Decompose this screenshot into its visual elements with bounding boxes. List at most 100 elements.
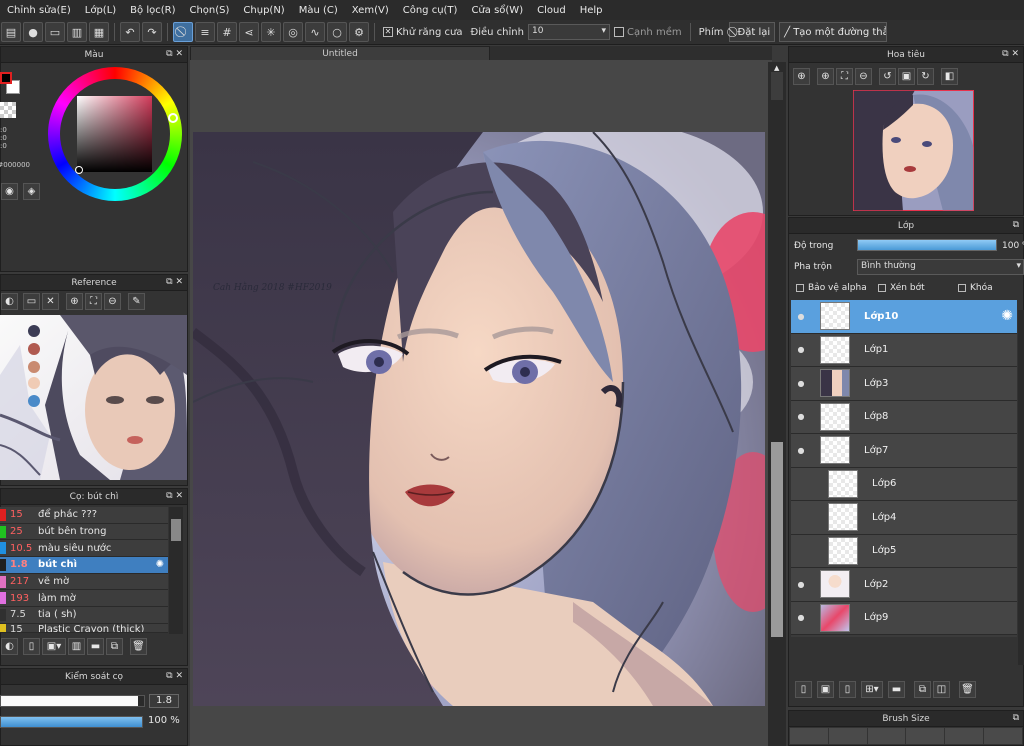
layout-icon[interactable]: ▦ (89, 22, 109, 42)
protect-alpha-toggle[interactable]: Bảo vệ alpha (796, 283, 878, 293)
foreground-color-swatch-front[interactable] (0, 72, 12, 84)
fit-icon[interactable]: ⛶ (85, 293, 102, 310)
flip-icon[interactable]: ◧ (941, 68, 958, 85)
document-icon[interactable]: ▥ (67, 22, 87, 42)
saturation-value-square[interactable] (77, 96, 152, 172)
layer-list-scrollbar[interactable] (1018, 310, 1024, 665)
brush-size-preset[interactable] (828, 728, 867, 744)
panel-popout-icon[interactable]: ⧉ (1013, 220, 1019, 230)
new-brush-folder-icon[interactable]: ▬ (87, 638, 104, 655)
canvas-scrollbar-thumb[interactable] (771, 442, 783, 637)
brush-item[interactable]: 10.5 màu siêu nước (0, 540, 168, 558)
brush-opacity-slider[interactable] (0, 716, 143, 728)
visibility-icon[interactable]: ● (794, 446, 808, 455)
visibility-icon[interactable]: ● (794, 580, 808, 589)
snap-settings-icon[interactable]: ⚙ (349, 22, 369, 42)
transparent-color-swatch[interactable] (0, 102, 16, 118)
delete-brush-icon[interactable]: 🗑 (130, 638, 147, 655)
gear-icon[interactable]: ✺ (1001, 308, 1013, 324)
duplicate-layer-icon[interactable]: ⧉ (914, 681, 931, 698)
panel-popout-icon[interactable]: ⧉ (1013, 713, 1019, 723)
protect-alpha-checkbox[interactable] (796, 283, 804, 292)
snap-vanishing-icon[interactable]: ⋖ (239, 22, 259, 42)
snap-radial-icon[interactable]: ✳ (261, 22, 281, 42)
visibility-icon[interactable]: ● (794, 379, 808, 388)
snap-curve-icon[interactable]: ∿ (305, 22, 325, 42)
comment-icon[interactable]: ▭ (45, 22, 65, 42)
lock-checkbox[interactable] (958, 283, 966, 292)
brush-item[interactable]: 7.5 tia ( sh) (0, 607, 168, 624)
sv-handle[interactable] (75, 166, 83, 174)
scroll-up-icon[interactable]: ▲ (774, 64, 779, 72)
blend-mode-dropdown[interactable]: Bình thường ▾ (857, 259, 1024, 275)
brush-size-preset[interactable] (906, 728, 945, 744)
layer-add-menu-icon[interactable]: ⊞▾ (861, 681, 883, 698)
zoom-in-icon[interactable]: ⊕ (793, 68, 810, 85)
color-set-icon[interactable]: ◈ (23, 183, 40, 200)
menu-layer[interactable]: Lớp(L) (78, 5, 123, 16)
menu-select[interactable]: Chọn(S) (182, 5, 236, 16)
visibility-icon[interactable]: ● (794, 412, 808, 421)
brush-list-scrollbar[interactable] (169, 507, 183, 634)
menu-filter[interactable]: Bộ lọc(R) (123, 5, 182, 16)
brush-size-slider[interactable] (0, 695, 145, 707)
panel-popout-close-icons[interactable]: ⧉ ✕ (166, 49, 183, 59)
close-icon[interactable]: ✕ (42, 293, 59, 310)
layer-row[interactable]: ● Lớp5 (791, 534, 1017, 568)
layer-row[interactable]: ● Lớp1 (791, 333, 1017, 367)
menu-tools[interactable]: Công cụ(T) (396, 5, 465, 16)
undo-icon[interactable]: ↶ (120, 22, 140, 42)
rotate-right-icon[interactable]: ↻ (917, 68, 934, 85)
menu-window[interactable]: Cửa sổ(W) (464, 5, 530, 16)
panel-popout-close-icons[interactable]: ⧉ ✕ (166, 671, 183, 681)
new-folder-icon[interactable]: ▬ (888, 681, 905, 698)
merge-layer-icon[interactable]: ◫ (933, 681, 950, 698)
brush-menu-icon[interactable]: ▣▾ (42, 638, 66, 655)
fit-icon[interactable]: ⛶ (836, 68, 853, 85)
brush-item-selected[interactable]: 1.8 bút chì ✺ (0, 557, 168, 574)
panel-popout-close-icons[interactable]: ⧉ ✕ (166, 277, 183, 287)
artwork-canvas[interactable]: Cah Hằng 2018 #HF2019 (193, 132, 765, 706)
hue-handle[interactable] (168, 113, 178, 123)
copy-brush-icon[interactable]: ▥ (68, 638, 85, 655)
brush-size-preset[interactable] (790, 728, 828, 744)
menu-help[interactable]: Help (573, 5, 610, 16)
visibility-icon[interactable]: ● (794, 613, 808, 622)
adjust-dropdown[interactable]: 10 ▾ (527, 24, 610, 40)
antialias-toggle[interactable]: ✕ Khử răng cưa (383, 26, 462, 38)
panel-popout-close-icons[interactable]: ⧉ ✕ (166, 491, 183, 501)
soft-edge-checkbox[interactable] (613, 26, 624, 37)
brush-size-preset[interactable] (945, 728, 984, 744)
snap-concentric-icon[interactable]: ◎ (283, 22, 303, 42)
layer-row[interactable]: ● Lớp3 (791, 367, 1017, 401)
brush-size-preset[interactable] (984, 728, 1022, 744)
zoom-out-icon[interactable]: ⊖ (855, 68, 872, 85)
chat-icon[interactable]: ● (23, 22, 43, 42)
menu-cloud[interactable]: Cloud (530, 5, 573, 16)
visibility-icon[interactable]: ● (794, 312, 808, 321)
new-layer-icon[interactable]: ▯ (795, 681, 812, 698)
brush-item[interactable]: 217 vẽ mờ (0, 574, 168, 591)
straight-line-button[interactable]: ╱Tạo một đường thẳng (779, 22, 888, 42)
layer-row[interactable]: ● Lớp6 (791, 467, 1017, 501)
new-layer-alt-icon[interactable]: ▯ (839, 681, 856, 698)
reset-view-icon[interactable]: ▣ (898, 68, 915, 85)
palette-icon[interactable]: ◉ (1, 183, 18, 200)
file-open-icon[interactable]: ▤ (1, 22, 21, 42)
folder-open-icon[interactable]: ▭ (23, 293, 40, 310)
snap-circle-icon[interactable]: ○ (327, 22, 347, 42)
snap-off-icon[interactable]: ⃠ (173, 22, 193, 42)
snap-parallel-icon[interactable]: ≡ (195, 22, 215, 42)
zoom-in-icon[interactable]: ⊕ (66, 293, 83, 310)
new-brush-icon[interactable]: ▯ (23, 638, 40, 655)
reset-button[interactable]: ⃠Đặt lại (729, 22, 776, 42)
menu-capture[interactable]: Chụp(N) (236, 5, 291, 16)
layer-opacity-slider[interactable] (857, 239, 997, 251)
antialias-checkbox[interactable]: ✕ (383, 26, 393, 37)
clipping-checkbox[interactable] (878, 283, 886, 292)
clipping-toggle[interactable]: Xén bớt (878, 283, 958, 293)
brush-item[interactable]: 25 bút bên trong (0, 524, 168, 541)
brush-item[interactable]: 15 để phác ??? (0, 507, 168, 524)
layer-row[interactable]: ● Lớp7 (791, 434, 1017, 468)
eyedropper-icon[interactable]: ✎ (128, 293, 145, 310)
